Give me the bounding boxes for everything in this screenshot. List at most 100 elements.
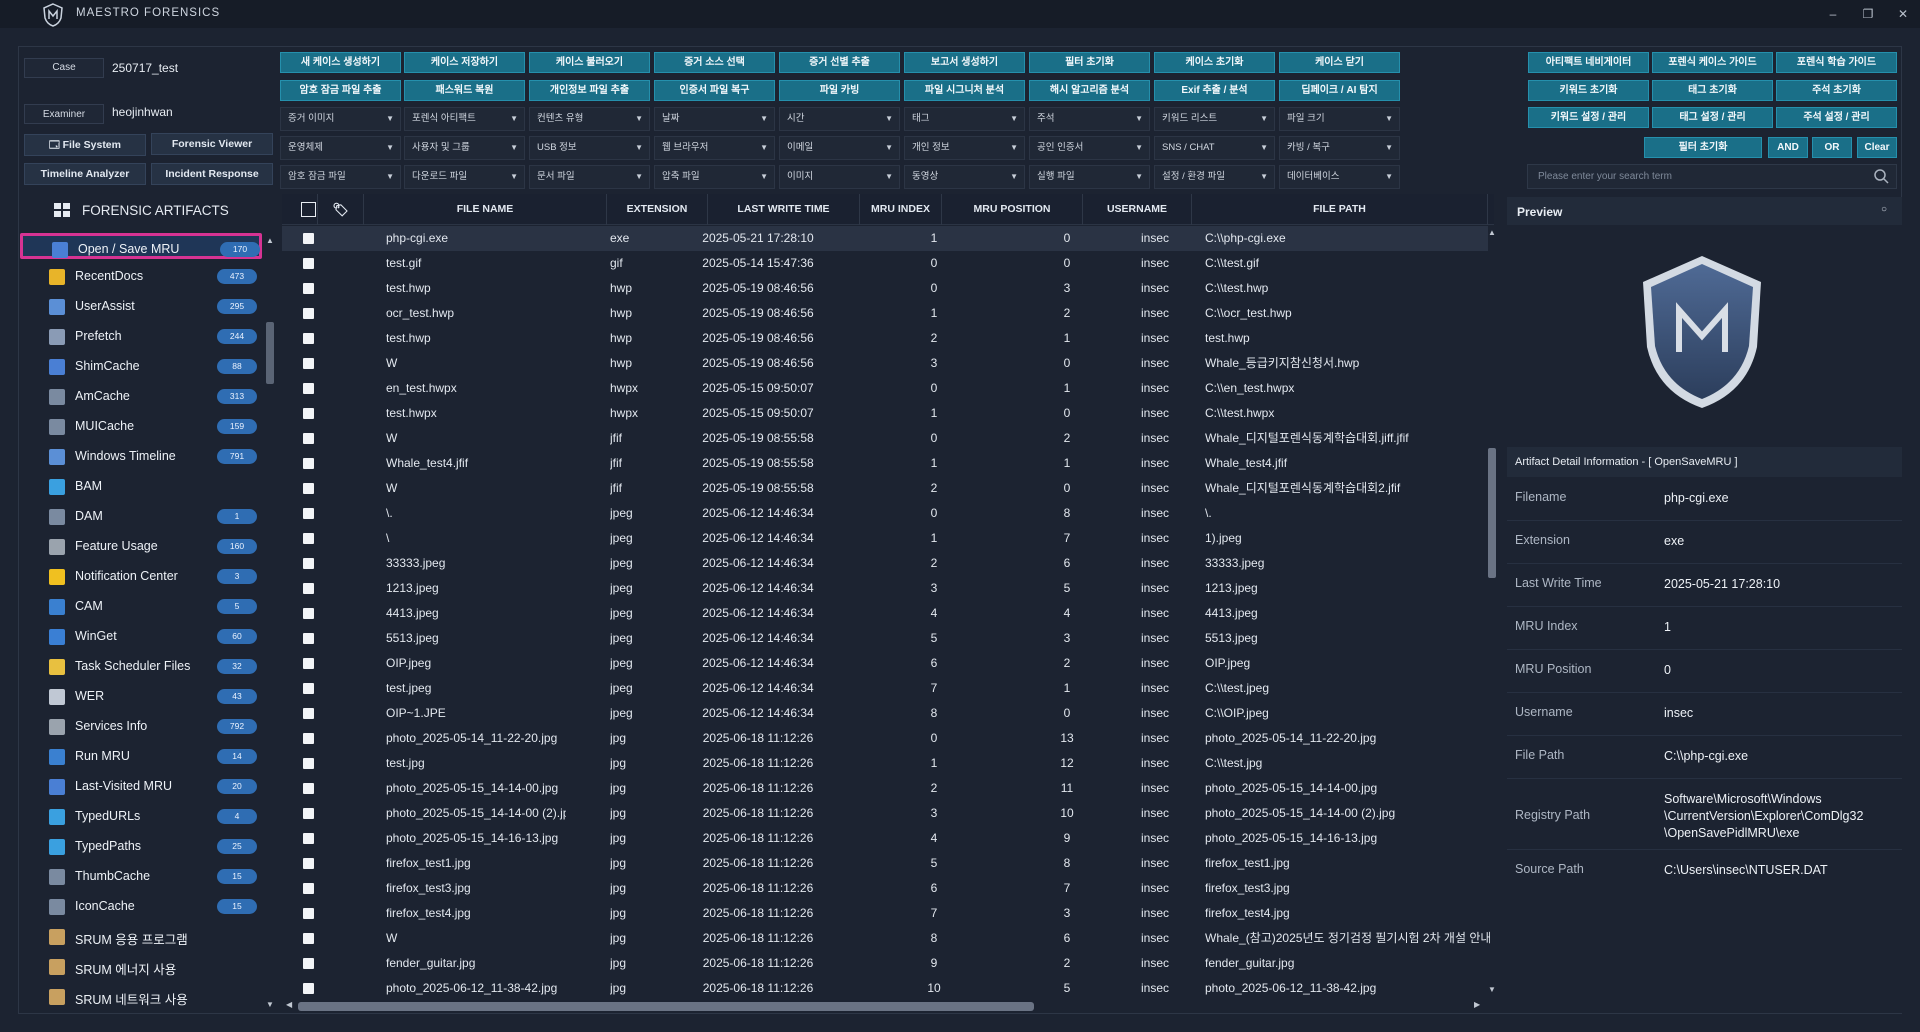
table-scroll-left-icon[interactable]: ◀ bbox=[286, 1000, 292, 1009]
table-row[interactable]: firefox_test1.jpg jpg 2025-06-18 11:12:26 5… bbox=[282, 851, 1488, 876]
row-checkbox[interactable] bbox=[303, 608, 314, 619]
table-row[interactable]: 1213.jpeg jpeg 2025-06-12 14:46:34 3 5 insec 1… bbox=[282, 576, 1488, 601]
tag-column-header[interactable]: 🏷 bbox=[318, 194, 364, 225]
column-header[interactable]: USERNAME bbox=[1083, 194, 1192, 225]
filter-reset-button[interactable]: 필터 초기화 bbox=[1644, 137, 1762, 158]
sidebar-item[interactable]: Open / Save MRU 170 bbox=[20, 233, 262, 259]
table-scroll-down-icon[interactable]: ▼ bbox=[1488, 985, 1496, 994]
select-all-cell[interactable] bbox=[282, 194, 318, 225]
table-row[interactable]: Wjfif 2025-05-19 08:55:58 2 0 insec Whale_디지털… bbox=[282, 476, 1488, 501]
column-header[interactable]: MRU POSITION bbox=[942, 194, 1083, 225]
sidebar-item[interactable]: Task Scheduler Files 32 bbox=[20, 653, 262, 679]
sidebar-item[interactable]: Last-Visited MRU 20 bbox=[20, 773, 262, 799]
sidebar-item[interactable]: DAM 1 bbox=[20, 503, 262, 529]
toolbar-button[interactable]: 딥페이크 / AI 탐지 bbox=[1279, 80, 1400, 101]
toolbar-button[interactable]: 파일 시그니처 분석 bbox=[904, 80, 1025, 101]
row-checkbox[interactable] bbox=[303, 658, 314, 669]
table-row[interactable]: test.hwp hwp 2025-05-19 08:46:56 2 1 insec tes… bbox=[282, 326, 1488, 351]
filter-dropdown[interactable]: 데이터베이스 ▼ bbox=[1279, 165, 1400, 189]
column-header[interactable]: MRU INDEX bbox=[860, 194, 942, 225]
sidebar-item[interactable]: Windows Timeline 791 bbox=[20, 443, 262, 469]
right-tool-button[interactable]: 키워드 초기화 bbox=[1528, 80, 1649, 101]
table-row[interactable]: fender_guitar.jpg jpg 2025-06-18 11:12:26 9… bbox=[282, 951, 1488, 976]
search-input[interactable]: Please enter your search term bbox=[1527, 164, 1897, 189]
table-row[interactable]: \ jpeg 2025-06-12 14:46:34 1 7 insec 1).jpeg bbox=[282, 526, 1488, 551]
row-checkbox[interactable] bbox=[303, 233, 314, 244]
row-checkbox[interactable] bbox=[303, 983, 314, 994]
row-checkbox[interactable] bbox=[303, 833, 314, 844]
toolbar-button[interactable]: 해시 알고리즘 분석 bbox=[1029, 80, 1150, 101]
table-row[interactable]: Wjfif 2025-05-19 08:55:58 0 2 insec Whale_디지털… bbox=[282, 426, 1488, 451]
row-checkbox[interactable] bbox=[303, 708, 314, 719]
table-row[interactable]: ocr_test.hwp hwp 2025-05-19 08:46:56 1 2 inse… bbox=[282, 301, 1488, 326]
filter-dropdown[interactable]: 실행 파일 ▼ bbox=[1029, 165, 1150, 189]
sidebar-item[interactable]: ShimCache 88 bbox=[20, 353, 262, 379]
table-row[interactable]: php-cgi.exe exe 2025-05-21 17:28:10 1 0 insec… bbox=[282, 226, 1488, 251]
toolbar-button[interactable]: 증거 선별 추출 bbox=[779, 52, 900, 73]
forensic-viewer-button[interactable]: Forensic Viewer bbox=[151, 133, 273, 155]
table-scroll-up-icon[interactable]: ▲ bbox=[1488, 228, 1496, 237]
table-row[interactable]: photo_2025-05-15_14-14-00.jpg jpg 2025-06-… bbox=[282, 776, 1488, 801]
filter-dropdown[interactable]: 컨텐츠 유형 ▼ bbox=[529, 107, 650, 131]
sidebar-item[interactable]: Run MRU 14 bbox=[20, 743, 262, 769]
table-row[interactable]: firefox_test4.jpg jpg 2025-06-18 11:12:26 7… bbox=[282, 901, 1488, 926]
right-tool-button[interactable]: 키워드 설정 / 관리 bbox=[1528, 107, 1649, 128]
toolbar-button[interactable]: 케이스 저장하기 bbox=[404, 52, 525, 73]
row-checkbox[interactable] bbox=[303, 408, 314, 419]
filter-dropdown[interactable]: 카빙 / 복구 ▼ bbox=[1279, 136, 1400, 160]
table-row[interactable]: test.jpg jpg 2025-06-18 11:12:26 1 12 insec C:… bbox=[282, 751, 1488, 776]
select-all-checkbox[interactable] bbox=[301, 202, 316, 217]
right-tool-button[interactable]: 포렌식 케이스 가이드 bbox=[1652, 52, 1773, 73]
filter-dropdown[interactable]: 개인 정보 ▼ bbox=[904, 136, 1025, 160]
filter-dropdown[interactable]: 동영상 ▼ bbox=[904, 165, 1025, 189]
toolbar-button[interactable]: 인증서 파일 복구 bbox=[654, 80, 775, 101]
sidebar-scrollbar[interactable] bbox=[266, 322, 274, 384]
scroll-up-icon[interactable]: ▲ bbox=[266, 236, 274, 245]
row-checkbox[interactable] bbox=[303, 583, 314, 594]
table-row[interactable]: firefox_test3.jpg jpg 2025-06-18 11:12:26 6… bbox=[282, 876, 1488, 901]
sidebar-item[interactable]: SRUM 네트워크 사용 bbox=[20, 983, 262, 1009]
row-checkbox[interactable] bbox=[303, 958, 314, 969]
table-row[interactable]: en_test.hwpx hwpx 2025-05-15 09:50:07 0 1 ins… bbox=[282, 376, 1488, 401]
toolbar-button[interactable]: 케이스 초기화 bbox=[1154, 52, 1275, 73]
scroll-down-icon[interactable]: ▼ bbox=[266, 1000, 274, 1009]
row-checkbox[interactable] bbox=[303, 683, 314, 694]
table-row[interactable]: OIP~1.JPE jpeg 2025-06-12 14:46:34 8 0 insec C… bbox=[282, 701, 1488, 726]
right-tool-button[interactable]: 태그 설정 / 관리 bbox=[1652, 107, 1773, 128]
table-row[interactable]: 4413.jpeg jpeg 2025-06-12 14:46:34 4 4 insec 4… bbox=[282, 601, 1488, 626]
or-button[interactable]: OR bbox=[1812, 137, 1852, 158]
right-tool-button[interactable]: 주석 초기화 bbox=[1776, 80, 1897, 101]
incident-response-button[interactable]: Incident Response bbox=[151, 163, 273, 185]
filter-dropdown[interactable]: 웹 브라우저 ▼ bbox=[654, 136, 775, 160]
sidebar-item[interactable]: Prefetch 244 bbox=[20, 323, 262, 349]
toolbar-button[interactable]: Exif 추출 / 분석 bbox=[1154, 80, 1275, 101]
filter-dropdown[interactable]: 암호 잠금 파일 ▼ bbox=[280, 165, 401, 189]
row-checkbox[interactable] bbox=[303, 258, 314, 269]
sidebar-item[interactable]: IconCache 15 bbox=[20, 893, 262, 919]
table-row[interactable]: Whwp 2025-05-19 08:46:56 3 0 insec Whale_등급키지… bbox=[282, 351, 1488, 376]
filter-dropdown[interactable]: 다운로드 파일 ▼ bbox=[404, 165, 525, 189]
table-row[interactable]: 5513.jpeg jpeg 2025-06-12 14:46:34 5 3 insec 5… bbox=[282, 626, 1488, 651]
table-row[interactable]: test.hwp hwp 2025-05-19 08:46:56 0 3 insec C:\… bbox=[282, 276, 1488, 301]
row-checkbox[interactable] bbox=[303, 758, 314, 769]
row-checkbox[interactable] bbox=[303, 883, 314, 894]
column-header[interactable]: LAST WRITE TIME bbox=[708, 194, 860, 225]
timeline-analyzer-button[interactable]: Timeline Analyzer bbox=[24, 163, 146, 185]
table-row[interactable]: Wjpg 2025-06-18 11:12:26 8 6 insec Whale_(참고)… bbox=[282, 926, 1490, 951]
search-icon[interactable] bbox=[1873, 168, 1889, 184]
column-header[interactable]: EXTENSION bbox=[607, 194, 708, 225]
clear-button[interactable]: Clear bbox=[1857, 137, 1897, 158]
row-checkbox[interactable] bbox=[303, 808, 314, 819]
toolbar-button[interactable]: 필터 초기화 bbox=[1029, 52, 1150, 73]
filter-dropdown[interactable]: 문서 파일 ▼ bbox=[529, 165, 650, 189]
row-checkbox[interactable] bbox=[303, 558, 314, 569]
row-checkbox[interactable] bbox=[303, 508, 314, 519]
right-tool-button[interactable]: 아티팩트 네비게이터 bbox=[1528, 52, 1649, 73]
sidebar-item[interactable]: TypedURLs 4 bbox=[20, 803, 262, 829]
toolbar-button[interactable]: 파일 카빙 bbox=[779, 80, 900, 101]
toolbar-button[interactable]: 암호 잠금 파일 추출 bbox=[280, 80, 401, 101]
row-checkbox[interactable] bbox=[303, 783, 314, 794]
table-row[interactable]: test.hwpx hwpx 2025-05-15 09:50:07 1 0 insec C… bbox=[282, 401, 1488, 426]
toolbar-button[interactable]: 보고서 생성하기 bbox=[904, 52, 1025, 73]
sidebar-item[interactable]: Services Info 792 bbox=[20, 713, 262, 739]
